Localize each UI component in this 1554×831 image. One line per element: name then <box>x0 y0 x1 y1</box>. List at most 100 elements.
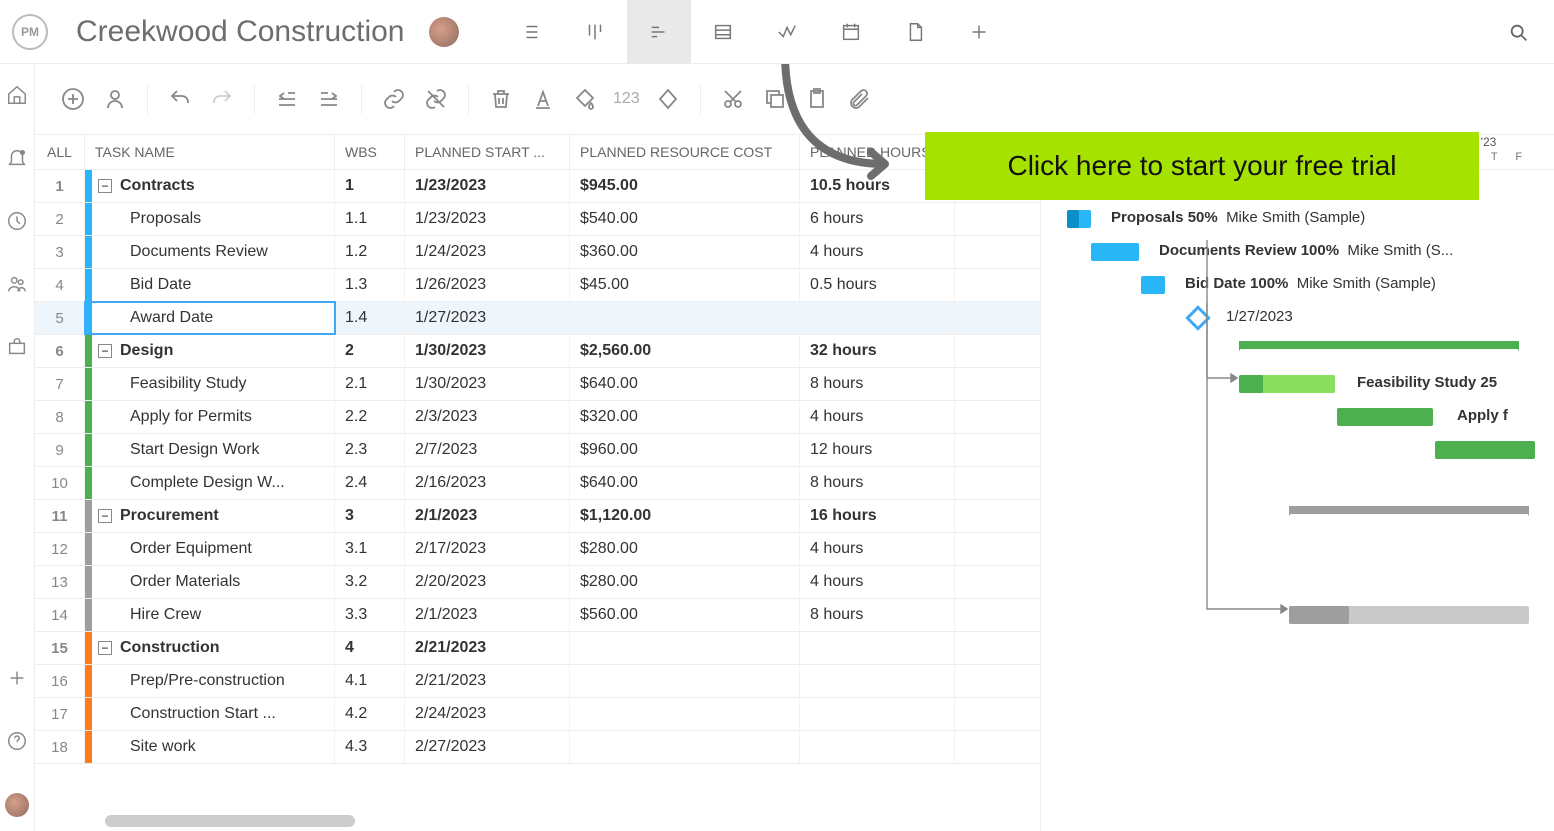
task-row[interactable]: 11−Procurement32/1/2023$1,120.0016 hours <box>35 500 1040 533</box>
task-row[interactable]: 17Construction Start ...4.22/24/2023 <box>35 698 1040 731</box>
view-list[interactable] <box>499 0 563 64</box>
delete-button[interactable] <box>483 81 519 117</box>
wbs-cell: 3 <box>335 500 405 532</box>
unlink-button[interactable] <box>418 81 454 117</box>
gantt-label: Documents Review 100% <box>1159 242 1339 259</box>
view-add[interactable] <box>947 0 1011 64</box>
redo-button[interactable] <box>204 81 240 117</box>
start-cell: 1/27/2023 <box>405 302 570 334</box>
milestone-button[interactable] <box>650 81 686 117</box>
nav-portfolio-icon[interactable] <box>6 336 28 363</box>
wbs-cell: 1 <box>335 170 405 202</box>
undo-button[interactable] <box>162 81 198 117</box>
hours-cell: 4 hours <box>800 236 955 268</box>
view-sheet[interactable] <box>691 0 755 64</box>
start-cell: 2/27/2023 <box>405 731 570 763</box>
row-number: 17 <box>35 698 85 730</box>
row-number: 3 <box>35 236 85 268</box>
gantt-label: Apply f <box>1457 407 1508 424</box>
task-row[interactable]: 16Prep/Pre-construction4.12/21/2023 <box>35 665 1040 698</box>
view-files[interactable] <box>883 0 947 64</box>
task-row[interactable]: 5Award Date1.41/27/2023 <box>35 302 1040 335</box>
task-name: Bid Date <box>130 276 191 294</box>
col-start[interactable]: PLANNED START ... <box>405 135 570 169</box>
row-number: 8 <box>35 401 85 433</box>
task-row[interactable]: 10Complete Design W...2.42/16/2023$640.0… <box>35 467 1040 500</box>
task-row[interactable]: 1−Contracts11/23/2023$945.0010.5 hours <box>35 170 1040 203</box>
wbs-cell: 2.1 <box>335 368 405 400</box>
free-trial-cta[interactable]: Click here to start your free trial <box>925 132 1479 200</box>
task-name: Contracts <box>120 177 195 195</box>
assign-button[interactable] <box>97 81 133 117</box>
cost-cell: $280.00 <box>570 566 800 598</box>
wbs-cell: 4 <box>335 632 405 664</box>
outdent-button[interactable] <box>269 81 305 117</box>
user-avatar[interactable] <box>5 793 29 817</box>
nav-recent-icon[interactable] <box>6 210 28 237</box>
row-number: 10 <box>35 467 85 499</box>
task-name: Apply for Permits <box>130 408 252 426</box>
start-cell: 2/17/2023 <box>405 533 570 565</box>
wbs-cell: 1.3 <box>335 269 405 301</box>
collapse-icon[interactable]: − <box>98 344 112 358</box>
cut-button[interactable] <box>715 81 751 117</box>
task-row[interactable]: 7Feasibility Study2.11/30/2023$640.008 h… <box>35 368 1040 401</box>
indent-button[interactable] <box>311 81 347 117</box>
hours-cell <box>800 665 955 697</box>
nav-help-icon[interactable] <box>6 730 28 757</box>
task-name: Site work <box>130 738 196 756</box>
col-all[interactable]: ALL <box>35 135 85 169</box>
task-row[interactable]: 4Bid Date1.31/26/2023$45.000.5 hours <box>35 269 1040 302</box>
task-name: Hire Crew <box>130 606 201 624</box>
task-row[interactable]: 12Order Equipment3.12/17/2023$280.004 ho… <box>35 533 1040 566</box>
app-logo[interactable]: PM <box>12 14 48 50</box>
fill-color-button[interactable] <box>567 81 603 117</box>
project-avatar[interactable] <box>429 17 459 47</box>
text-format-button[interactable] <box>525 81 561 117</box>
task-row[interactable]: 13Order Materials3.22/20/2023$280.004 ho… <box>35 566 1040 599</box>
task-row[interactable]: 14Hire Crew3.32/1/2023$560.008 hours <box>35 599 1040 632</box>
horizontal-scrollbar[interactable] <box>105 815 355 827</box>
col-task[interactable]: TASK NAME <box>85 135 335 169</box>
task-name: Feasibility Study <box>130 375 247 393</box>
col-wbs[interactable]: WBS <box>335 135 405 169</box>
task-name: Proposals <box>130 210 201 228</box>
nav-notifications-icon[interactable] <box>6 147 28 174</box>
task-row[interactable]: 3Documents Review1.21/24/2023$360.004 ho… <box>35 236 1040 269</box>
view-dashboard[interactable] <box>755 0 819 64</box>
add-task-button[interactable] <box>55 81 91 117</box>
project-title[interactable]: Creekwood Construction <box>76 15 405 49</box>
task-row[interactable]: 18Site work4.32/27/2023 <box>35 731 1040 764</box>
collapse-icon[interactable]: − <box>98 509 112 523</box>
collapse-icon[interactable]: − <box>98 179 112 193</box>
col-cost[interactable]: PLANNED RESOURCE COST <box>570 135 800 169</box>
cost-cell: $320.00 <box>570 401 800 433</box>
hours-cell: 12 hours <box>800 434 955 466</box>
attachment-button[interactable] <box>841 81 877 117</box>
paste-button[interactable] <box>799 81 835 117</box>
nav-add-icon[interactable] <box>6 667 28 694</box>
search-icon[interactable] <box>1508 22 1530 49</box>
task-row[interactable]: 6−Design21/30/2023$2,560.0032 hours <box>35 335 1040 368</box>
cost-cell: $280.00 <box>570 533 800 565</box>
view-board[interactable] <box>563 0 627 64</box>
wbs-cell: 4.3 <box>335 731 405 763</box>
start-cell: 1/26/2023 <box>405 269 570 301</box>
nav-home-icon[interactable] <box>6 84 28 111</box>
wbs-cell: 2 <box>335 335 405 367</box>
copy-button[interactable] <box>757 81 793 117</box>
view-calendar[interactable] <box>819 0 883 64</box>
row-number: 9 <box>35 434 85 466</box>
collapse-icon[interactable]: − <box>98 641 112 655</box>
start-cell: 2/7/2023 <box>405 434 570 466</box>
cost-cell: $560.00 <box>570 599 800 631</box>
nav-team-icon[interactable] <box>6 273 28 300</box>
hours-cell <box>800 698 955 730</box>
task-row[interactable]: 15−Construction42/21/2023 <box>35 632 1040 665</box>
task-row[interactable]: 9Start Design Work2.32/7/2023$960.0012 h… <box>35 434 1040 467</box>
wbs-cell: 1.2 <box>335 236 405 268</box>
task-row[interactable]: 2Proposals1.11/23/2023$540.006 hours <box>35 203 1040 236</box>
link-button[interactable] <box>376 81 412 117</box>
view-gantt[interactable] <box>627 0 691 64</box>
task-row[interactable]: 8Apply for Permits2.22/3/2023$320.004 ho… <box>35 401 1040 434</box>
